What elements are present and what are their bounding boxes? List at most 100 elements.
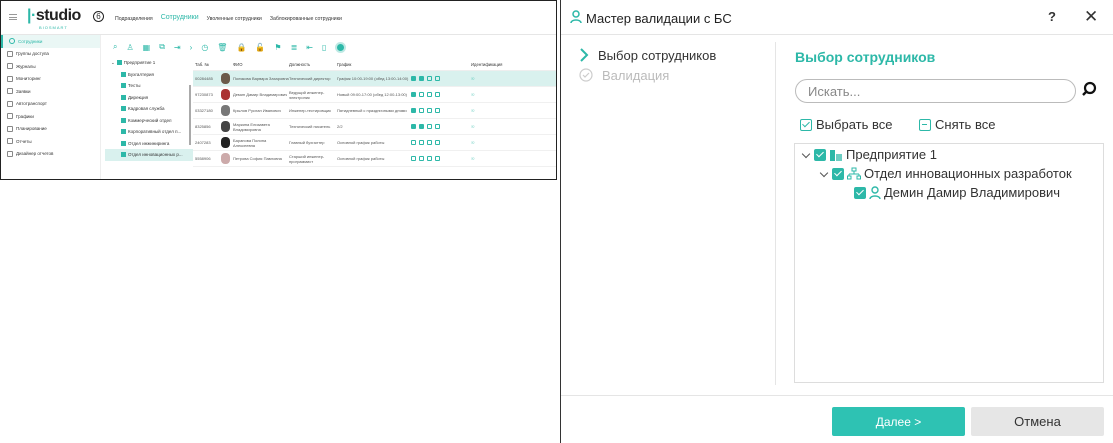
sidebar-item-journals[interactable]: Журналы: [1, 60, 100, 73]
step-select-employees[interactable]: Выбор сотрудников: [579, 45, 716, 65]
checkbox[interactable]: [427, 76, 432, 81]
help-button[interactable]: ?: [1048, 9, 1056, 24]
close-button[interactable]: ✕: [1084, 7, 1098, 27]
table-row[interactable]: 5558906 Петрова София Павловна Старший ин…: [193, 151, 556, 167]
tree-node[interactable]: Коммерческий отдел: [105, 115, 193, 127]
menu-icon[interactable]: [9, 14, 17, 20]
chevron-down-icon[interactable]: [801, 150, 811, 160]
list-icon[interactable]: ≣: [291, 43, 298, 52]
avatar: [221, 104, 230, 116]
tab-employees[interactable]: Сотрудники: [161, 14, 199, 22]
badge-icon[interactable]: ⚑: [274, 43, 281, 52]
sidebar-item-reports[interactable]: Отчеты: [1, 135, 100, 148]
tree-node-selected[interactable]: Отдел инновационных р...: [105, 149, 193, 161]
lock-icon[interactable]: 🔒: [236, 43, 246, 52]
checkbox[interactable]: [435, 156, 440, 161]
checkbox[interactable]: [435, 92, 440, 97]
validation-wizard-button[interactable]: [335, 41, 347, 53]
checkbox-checked[interactable]: [814, 148, 826, 161]
user-icon: [570, 10, 582, 24]
validation-wizard-dialog: Мастер валидации с БС ? ✕ Выбор сотрудни…: [560, 0, 1113, 443]
checkbox[interactable]: [427, 140, 432, 145]
checkbox[interactable]: [435, 108, 440, 113]
department-tree: ⌄ Предприятие 1 Бухгалтерия Тесты Дирекци…: [105, 35, 193, 179]
checkbox[interactable]: [427, 124, 432, 129]
checkbox[interactable]: [435, 124, 440, 129]
checkbox-checked[interactable]: [854, 186, 866, 199]
avatar: [221, 72, 230, 84]
divider: [561, 34, 1113, 35]
checkbox[interactable]: [411, 92, 416, 97]
sidebar-item-schedules[interactable]: Графики: [1, 110, 100, 123]
table-row[interactable]: 8325856 Маркина Елизавета Владимировна Те…: [193, 119, 556, 135]
tab-blocked-employees[interactable]: Заблокированные сотрудники: [270, 16, 342, 22]
dialog-title: Мастер валидации с БС: [586, 11, 732, 26]
sidebar-item-report-designer[interactable]: Дизайнер отчетов: [1, 148, 100, 161]
next-button[interactable]: Далее >: [832, 407, 965, 436]
tree-node[interactable]: Корпоративный отдел п...: [105, 126, 193, 138]
history-icon[interactable]: ◷: [201, 43, 208, 52]
checkbox[interactable]: [411, 108, 416, 113]
checkbox[interactable]: [419, 156, 424, 161]
checkbox[interactable]: [411, 124, 416, 129]
tree-node-root[interactable]: ⌄ Предприятие 1: [105, 57, 193, 69]
checkbox[interactable]: [419, 124, 424, 129]
sidebar-item-requests[interactable]: Заявки: [1, 85, 100, 98]
search-input[interactable]: [795, 79, 1076, 103]
checkbox[interactable]: [411, 140, 416, 145]
chevron-down-icon[interactable]: [819, 169, 829, 179]
checkbox[interactable]: [411, 156, 416, 161]
monitor-icon: [7, 75, 13, 82]
table-row[interactable]: 97230873 Демин Дамир Владимирович Ведущий…: [193, 87, 556, 103]
sidebar-item-planning[interactable]: Планирование: [1, 123, 100, 136]
checkbox[interactable]: [419, 92, 424, 97]
tab-fired-employees[interactable]: Уволенные сотрудники: [207, 16, 262, 22]
cancel-button[interactable]: Отмена: [971, 407, 1104, 436]
checkbox[interactable]: [435, 76, 440, 81]
fingerprint-icon: ☉: [471, 92, 475, 97]
checkbox[interactable]: [427, 156, 432, 161]
unselect-all-button[interactable]: Снять все: [919, 117, 995, 132]
check-circle-icon: [579, 68, 593, 82]
designer-icon: [7, 150, 13, 157]
table-row[interactable]: 2407283 Баранова Полина Алексеевна Главны…: [193, 135, 556, 151]
sidebar-item-vehicles[interactable]: Автотранспорт: [1, 98, 100, 111]
checkbox[interactable]: [411, 76, 416, 81]
tree-node[interactable]: Тесты: [105, 80, 193, 92]
sidebar-item-employees[interactable]: Сотрудники: [1, 35, 100, 48]
unlock-icon[interactable]: 🔓: [255, 43, 265, 52]
tree-node[interactable]: Бухгалтерия: [105, 69, 193, 81]
import-icon[interactable]: ⇤: [306, 43, 313, 52]
checkbox[interactable]: [419, 108, 424, 113]
step-validation[interactable]: Валидация: [579, 65, 716, 85]
fingerprint-icon: ☉: [471, 124, 475, 129]
sidebar: Сотрудники Группы доступа Журналы Монито…: [1, 35, 101, 179]
tree-node[interactable]: Отдел инжиниринга: [105, 138, 193, 150]
tree-node[interactable]: Кадровая служба: [105, 103, 193, 115]
checkbox-checked[interactable]: [832, 167, 844, 180]
tree-node-root[interactable]: Предприятие 1: [801, 147, 937, 162]
checkbox[interactable]: [427, 108, 432, 113]
tree-node-employee[interactable]: Демин Дамир Владимирович: [854, 185, 1060, 200]
checkbox[interactable]: [419, 140, 424, 145]
checkbox[interactable]: [419, 76, 424, 81]
delete-icon[interactable]: 🗑: [217, 43, 227, 52]
search-icon[interactable]: [1081, 80, 1101, 100]
sidebar-item-access-groups[interactable]: Группы доступа: [1, 48, 100, 61]
tree-node[interactable]: Дирекция: [105, 92, 193, 104]
table-row[interactable]: 00284485 Полякова Варвара Захаровна Техни…: [193, 71, 556, 87]
tree-node-department[interactable]: Отдел инновационных разработок: [819, 166, 1072, 181]
org-structure-icon: [847, 167, 861, 179]
select-all-button[interactable]: Выбрать все: [800, 117, 892, 132]
tab-departments[interactable]: Подразделения: [115, 16, 153, 22]
checkbox[interactable]: [435, 140, 440, 145]
sidebar-item-monitoring[interactable]: Мониторинг: [1, 73, 100, 86]
card-icon[interactable]: ▯: [322, 43, 326, 52]
top-tabs: Подразделения Сотрудники Уволенные сотру…: [115, 14, 342, 22]
table-row[interactable]: 03327180 Крылов Руслан Иванович Инженер-т…: [193, 103, 556, 119]
avatar: [221, 88, 230, 100]
tree-scrollbar[interactable]: [189, 85, 191, 145]
avatar: [221, 120, 230, 132]
fingerprint-icon: ☉: [471, 156, 475, 161]
checkbox[interactable]: [427, 92, 432, 97]
